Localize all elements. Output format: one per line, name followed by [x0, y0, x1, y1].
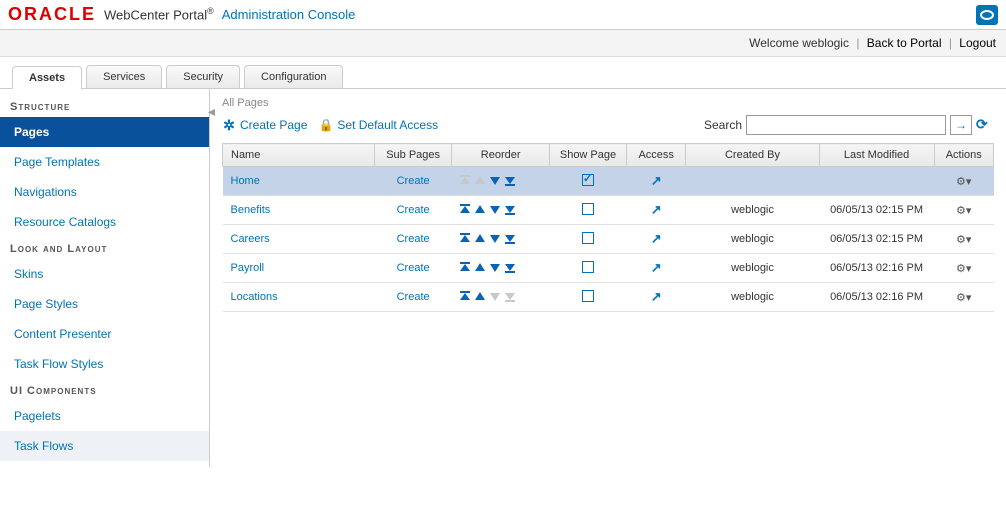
- sidebar-heading: UI Components: [0, 379, 209, 401]
- tabs: AssetsServicesSecurityConfiguration: [0, 57, 1006, 89]
- sidebar-item-resource-catalogs[interactable]: Resource Catalogs: [0, 207, 209, 237]
- actions-menu-button[interactable]: ⚙▾: [956, 205, 971, 217]
- last-modified-cell: 06/05/13 02:15 PM: [819, 196, 934, 225]
- tab-services[interactable]: Services: [86, 65, 162, 88]
- search-input[interactable]: [746, 115, 946, 135]
- content: ◂ All Pages ✲ Create Page 🔒 Set Default …: [210, 89, 1006, 467]
- actions-menu-button[interactable]: ⚙▾: [956, 176, 971, 188]
- create-subpage-link[interactable]: Create: [397, 262, 430, 274]
- sidebar-item-page-styles[interactable]: Page Styles: [0, 289, 209, 319]
- welcome-text: Welcome weblogic: [749, 36, 849, 50]
- set-default-access-button[interactable]: 🔒 Set Default Access: [319, 118, 438, 132]
- reorder-controls[interactable]: [460, 175, 542, 187]
- column-header[interactable]: Access: [627, 144, 686, 167]
- sidebar-item-navigations[interactable]: Navigations: [0, 177, 209, 207]
- created-by-cell: [686, 167, 819, 196]
- page-name-link[interactable]: Careers: [231, 233, 270, 245]
- show-page-checkbox[interactable]: [582, 261, 594, 273]
- show-page-checkbox[interactable]: [582, 232, 594, 244]
- tab-assets[interactable]: Assets: [12, 66, 82, 89]
- create-subpage-link[interactable]: Create: [397, 233, 430, 245]
- reorder-controls[interactable]: [460, 204, 542, 216]
- header: ORACLE WebCenter Portal® Administration …: [0, 0, 1006, 30]
- page-name-link[interactable]: Payroll: [231, 262, 265, 274]
- tab-security[interactable]: Security: [166, 65, 240, 88]
- search-go-button[interactable]: →: [950, 115, 972, 135]
- accessibility-icon[interactable]: [976, 5, 998, 25]
- sidebar-item-pages[interactable]: Pages: [0, 117, 209, 147]
- toolbar: ✲ Create Page 🔒 Set Default Access Searc…: [222, 115, 994, 135]
- sidebar-item-content-presenter[interactable]: Content Presenter: [0, 319, 209, 349]
- column-header[interactable]: Show Page: [549, 144, 626, 167]
- tab-configuration[interactable]: Configuration: [244, 65, 343, 88]
- sidebar-item-pagelets[interactable]: Pagelets: [0, 401, 209, 431]
- product-name: WebCenter Portal®: [104, 6, 214, 22]
- lock-icon: 🔒: [319, 118, 333, 132]
- refresh-button[interactable]: ⟳: [976, 116, 994, 134]
- access-icon[interactable]: ↗: [651, 289, 662, 304]
- column-header[interactable]: Sub Pages: [374, 144, 451, 167]
- table-row[interactable]: Benefits Create ↗ weblogic06/05/13 02:15 PM…: [223, 196, 994, 225]
- access-icon[interactable]: ↗: [651, 260, 662, 275]
- table-row[interactable]: Payroll Create ↗ weblogic06/05/13 02:16 PM ⚙…: [223, 254, 994, 283]
- logout-link[interactable]: Logout: [959, 36, 996, 50]
- create-subpage-link[interactable]: Create: [397, 175, 430, 187]
- last-modified-cell: 06/05/13 02:16 PM: [819, 254, 934, 283]
- reorder-controls[interactable]: [460, 291, 542, 303]
- pages-table: NameSub PagesReorderShow PageAccessCreat…: [222, 143, 994, 312]
- column-header[interactable]: Name: [223, 144, 375, 167]
- collapse-handle-icon[interactable]: ◂: [208, 103, 218, 119]
- sidebar: StructurePagesPage TemplatesNavigationsR…: [0, 89, 210, 467]
- access-icon[interactable]: ↗: [651, 173, 662, 188]
- sidebar-item-task-flow-styles[interactable]: Task Flow Styles: [0, 349, 209, 379]
- last-modified-cell: [819, 167, 934, 196]
- actions-menu-button[interactable]: ⚙▾: [956, 234, 971, 246]
- sidebar-heading: Look and Layout: [0, 237, 209, 259]
- column-header[interactable]: Actions: [934, 144, 994, 167]
- created-by-cell: weblogic: [686, 254, 819, 283]
- create-subpage-link[interactable]: Create: [397, 204, 430, 216]
- column-header[interactable]: Created By: [686, 144, 819, 167]
- search-label: Search: [704, 118, 742, 132]
- sidebar-item-page-templates[interactable]: Page Templates: [0, 147, 209, 177]
- search-area: Search → ⟳: [704, 115, 994, 135]
- table-row[interactable]: Locations Create ↗ weblogic06/05/13 02:16 P…: [223, 283, 994, 312]
- created-by-cell: weblogic: [686, 225, 819, 254]
- created-by-cell: weblogic: [686, 196, 819, 225]
- actions-menu-button[interactable]: ⚙▾: [956, 263, 971, 275]
- table-row[interactable]: Careers Create ↗ weblogic06/05/13 02:15 PM ⚙…: [223, 225, 994, 254]
- column-header[interactable]: Reorder: [452, 144, 550, 167]
- welcome-bar: Welcome weblogic | Back to Portal | Logo…: [0, 30, 1006, 57]
- create-subpage-link[interactable]: Create: [397, 291, 430, 303]
- page-name-link[interactable]: Locations: [231, 291, 278, 303]
- created-by-cell: weblogic: [686, 283, 819, 312]
- back-to-portal-link[interactable]: Back to Portal: [867, 36, 942, 50]
- page-name-link[interactable]: Home: [231, 175, 260, 187]
- show-page-checkbox[interactable]: [582, 174, 594, 186]
- create-icon: ✲: [222, 118, 236, 132]
- breadcrumb: All Pages: [222, 97, 994, 109]
- sidebar-heading: Structure: [0, 95, 209, 117]
- create-page-button[interactable]: ✲ Create Page: [222, 118, 307, 132]
- last-modified-cell: 06/05/13 02:15 PM: [819, 225, 934, 254]
- table-row[interactable]: Home Create ↗ ⚙▾: [223, 167, 994, 196]
- reorder-controls[interactable]: [460, 262, 542, 274]
- show-page-checkbox[interactable]: [582, 203, 594, 215]
- sidebar-item-skins[interactable]: Skins: [0, 259, 209, 289]
- column-header[interactable]: Last Modified: [819, 144, 934, 167]
- oracle-logo: ORACLE: [8, 4, 96, 25]
- show-page-checkbox[interactable]: [582, 290, 594, 302]
- access-icon[interactable]: ↗: [651, 231, 662, 246]
- console-label: Administration Console: [222, 7, 356, 22]
- reorder-controls[interactable]: [460, 233, 542, 245]
- actions-menu-button[interactable]: ⚙▾: [956, 292, 971, 304]
- sidebar-item-task-flows[interactable]: Task Flows: [0, 431, 209, 461]
- access-icon[interactable]: ↗: [651, 202, 662, 217]
- last-modified-cell: 06/05/13 02:16 PM: [819, 283, 934, 312]
- page-name-link[interactable]: Benefits: [231, 204, 271, 216]
